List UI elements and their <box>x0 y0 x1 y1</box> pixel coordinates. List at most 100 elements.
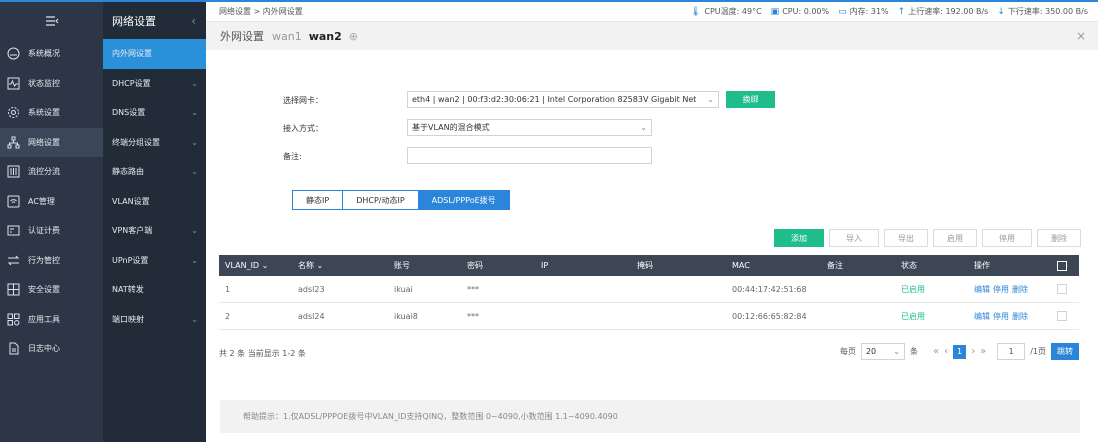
tools-icon <box>6 312 20 326</box>
submenu-item-6[interactable]: VPN客户端 ⌄ <box>103 216 206 246</box>
submenu-item-4[interactable]: 静态路由 ⌄ <box>103 157 206 187</box>
row-checkbox[interactable] <box>1057 284 1067 294</box>
sidebar-item-9[interactable]: 应用工具 <box>0 305 103 335</box>
submenu-item-7[interactable]: UPnP设置 ⌄ <box>103 246 206 276</box>
sidebar-item-6[interactable]: 认证计费 <box>0 216 103 246</box>
dial-mode-tabs: 静态IP DHCP/动态IP ADSL/PPPoE拨号 <box>292 190 510 210</box>
page-header: 外网设置 wan1 wan2 ⊕ × <box>206 22 1098 50</box>
log-icon <box>6 342 20 356</box>
enable-button[interactable]: 启用 <box>933 229 977 247</box>
col-account: 账号 <box>394 261 410 270</box>
sidebar-item-2[interactable]: 系统设置 <box>0 98 103 128</box>
sidebar-item-3[interactable]: 网络设置 <box>0 127 103 157</box>
table-header: VLAN_ID ⌄ 名称 ⌄ 账号 密码 IP 掩码 MAC 备注 状态 操作 <box>219 255 1079 276</box>
cell-account: ikuai <box>394 284 413 294</box>
disable-button[interactable]: 停用 <box>982 229 1032 247</box>
submenu-item-3[interactable]: 终端分组设置 ⌄ <box>103 128 206 158</box>
col-mac: MAC <box>732 261 750 270</box>
edit-link[interactable]: 编辑 <box>974 285 990 294</box>
submenu-item-8[interactable]: NAT转发 <box>103 275 206 305</box>
submenu-item-9[interactable]: 端口映射 ⌄ <box>103 305 206 335</box>
delete-link[interactable]: 删除 <box>1012 312 1028 321</box>
access-mode-select[interactable]: 基于VLAN的混合模式 ⌄ <box>407 119 652 136</box>
import-button[interactable]: 导入 <box>829 229 879 247</box>
table-actions: 添加 导入 导出 启用 停用 删除 <box>774 229 1081 247</box>
gear-icon <box>6 106 20 120</box>
monitor-icon <box>6 76 20 90</box>
delete-button[interactable]: 删除 <box>1037 229 1081 247</box>
sidebar-item-5[interactable]: AC管理 <box>0 187 103 217</box>
tab-static-ip[interactable]: 静态IP <box>293 191 344 209</box>
col-mask: 掩码 <box>637 261 653 270</box>
chevron-down-icon: ⌄ <box>191 314 198 324</box>
next-page-icon[interactable]: › <box>971 346 975 357</box>
edit-link[interactable]: 编辑 <box>974 312 990 321</box>
sidebar-item-label: 安全设置 <box>28 285 60 295</box>
col-name[interactable]: 名称 ⌄ <box>298 260 323 271</box>
submenu-item-1[interactable]: DHCP设置 ⌄ <box>103 69 206 99</box>
close-icon[interactable]: × <box>1076 29 1086 43</box>
sidebar-item-1[interactable]: 状态监控 <box>0 69 103 99</box>
jump-button[interactable]: 跳转 <box>1051 343 1079 360</box>
cell-account: ikuai8 <box>394 311 418 321</box>
chevron-down-icon: ⌄ <box>191 108 198 118</box>
per-page-unit: 条 <box>909 347 918 356</box>
note-input[interactable] <box>407 147 652 164</box>
download-arrow-icon: ↓ <box>997 6 1005 17</box>
prev-page-icon[interactable]: ‹ <box>944 346 948 357</box>
status-bar: 网络设置 > 内外网设置 🌡 CPU温度: 49°C ▣ CPU: 0.00% ▭ 内… <box>206 2 1098 22</box>
cpu-icon: ▣ <box>770 6 780 17</box>
sidebar-item-7[interactable]: 行为管控 <box>0 246 103 276</box>
pppoe-table: VLAN_ID ⌄ 名称 ⌄ 账号 密码 IP 掩码 MAC 备注 状态 操作 … <box>219 255 1079 330</box>
col-ip: IP <box>541 261 549 270</box>
delete-link[interactable]: 删除 <box>1012 285 1028 294</box>
sidebar-item-8[interactable]: 安全设置 <box>0 275 103 305</box>
select-all-checkbox[interactable] <box>1057 260 1067 271</box>
add-wan-icon[interactable]: ⊕ <box>349 30 358 43</box>
submenu-title: 网络设置 <box>112 14 156 28</box>
page-input[interactable]: 1 <box>997 343 1026 360</box>
tab-wan2[interactable]: wan2 <box>309 30 342 43</box>
chevron-down-icon: ⌄ <box>893 347 900 356</box>
sidebar-item-label: 日志中心 <box>28 344 60 354</box>
menu-collapse-icon[interactable] <box>0 2 103 39</box>
tab-dhcp[interactable]: DHCP/动态IP <box>343 191 419 209</box>
sidebar-item-4[interactable]: 流控分流 <box>0 157 103 187</box>
chevron-down-icon: ⌄ <box>191 255 198 265</box>
nic-select[interactable]: eth4 | wan2 | 00:f3:d2:30:06:21 | Intel … <box>407 91 719 108</box>
disable-link[interactable]: 停用 <box>993 312 1009 321</box>
thermometer-icon: 🌡 <box>689 6 702 17</box>
per-page-select[interactable]: 20 ⌄ <box>860 343 905 360</box>
breadcrumb: 网络设置 > 内外网设置 <box>219 7 303 16</box>
export-button[interactable]: 导出 <box>884 229 928 247</box>
dashboard-icon <box>6 47 20 61</box>
sidebar-item-0[interactable]: 系统概况 <box>0 39 103 69</box>
sidebar-item-label: 应用工具 <box>28 314 60 324</box>
first-page-icon[interactable]: « <box>933 346 939 357</box>
sidebar-item-label: 系统概况 <box>28 49 60 59</box>
add-button[interactable]: 添加 <box>774 229 824 247</box>
cell-mac: 00:12:66:65:82:84 <box>732 311 807 321</box>
tab-wan1[interactable]: wan1 <box>272 30 302 43</box>
submenu-collapse-icon[interactable]: ‹ <box>191 14 196 28</box>
tab-pppoe[interactable]: ADSL/PPPoE拨号 <box>418 191 509 209</box>
submenu-item-0[interactable]: 内外网设置 <box>103 39 206 69</box>
submenu-item-2[interactable]: DNS设置 ⌄ <box>103 98 206 128</box>
table-row[interactable]: 1 adsl23 ikuai *** 00:44:17:42:51:68 已启用 编辑 停用删… <box>219 276 1079 303</box>
current-page[interactable]: 1 <box>953 344 967 359</box>
cell-vlan-id: 2 <box>225 311 231 321</box>
main-content: 网络设置 > 内外网设置 🌡 CPU温度: 49°C ▣ CPU: 0.00% ▭ 内… <box>206 2 1098 442</box>
last-page-icon[interactable]: » <box>980 346 986 357</box>
rebind-button[interactable]: 换绑 <box>726 91 775 108</box>
row-checkbox[interactable] <box>1057 311 1067 321</box>
submenu-item-label: UPnP设置 <box>112 255 149 265</box>
col-vlan-id[interactable]: VLAN_ID ⌄ <box>225 261 268 270</box>
table-row[interactable]: 2 adsl24 ikuai8 *** 00:12:66:65:82:84 已启用 编辑 停用… <box>219 303 1079 330</box>
cpu-usage: CPU: 0.00% <box>782 7 830 16</box>
submenu-item-label: 内外网设置 <box>112 49 152 59</box>
submenu-item-5[interactable]: VLAN设置 <box>103 187 206 217</box>
sidebar-item-label: 状态监控 <box>28 78 60 88</box>
sidebar-item-10[interactable]: 日志中心 <box>0 334 103 364</box>
help-tip: 帮助提示：1.仅ADSL/PPPOE拨号中VLAN_ID支持QINQ，整数范围 … <box>220 400 1080 433</box>
disable-link[interactable]: 停用 <box>993 285 1009 294</box>
